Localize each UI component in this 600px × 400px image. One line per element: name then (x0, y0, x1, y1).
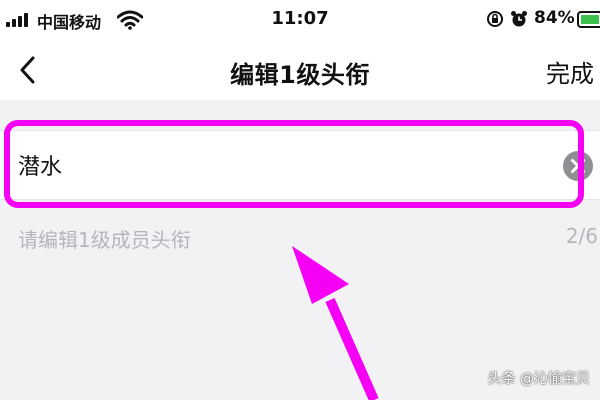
battery-fill (581, 15, 599, 24)
char-counter: 2/6 (565, 224, 598, 248)
page-title: 编辑1级头衔 (230, 61, 370, 89)
battery-percent: 84% (534, 8, 575, 28)
battery-icon (577, 11, 600, 28)
status-bar: 中国移动 11:07 84% (0, 0, 600, 40)
nav-bar: 编辑1级头衔 完成 (0, 40, 600, 100)
hint-text: 请编辑1级成员头衔 (18, 228, 191, 252)
done-button[interactable]: 完成 (546, 54, 594, 89)
clear-circle-icon[interactable] (562, 150, 594, 182)
rotation-lock-icon (487, 11, 503, 27)
title-input[interactable] (18, 145, 538, 185)
title-input-row (0, 130, 600, 200)
alarm-icon (511, 11, 527, 27)
watermark: 头条 @沁愉宝贝 (487, 371, 590, 387)
